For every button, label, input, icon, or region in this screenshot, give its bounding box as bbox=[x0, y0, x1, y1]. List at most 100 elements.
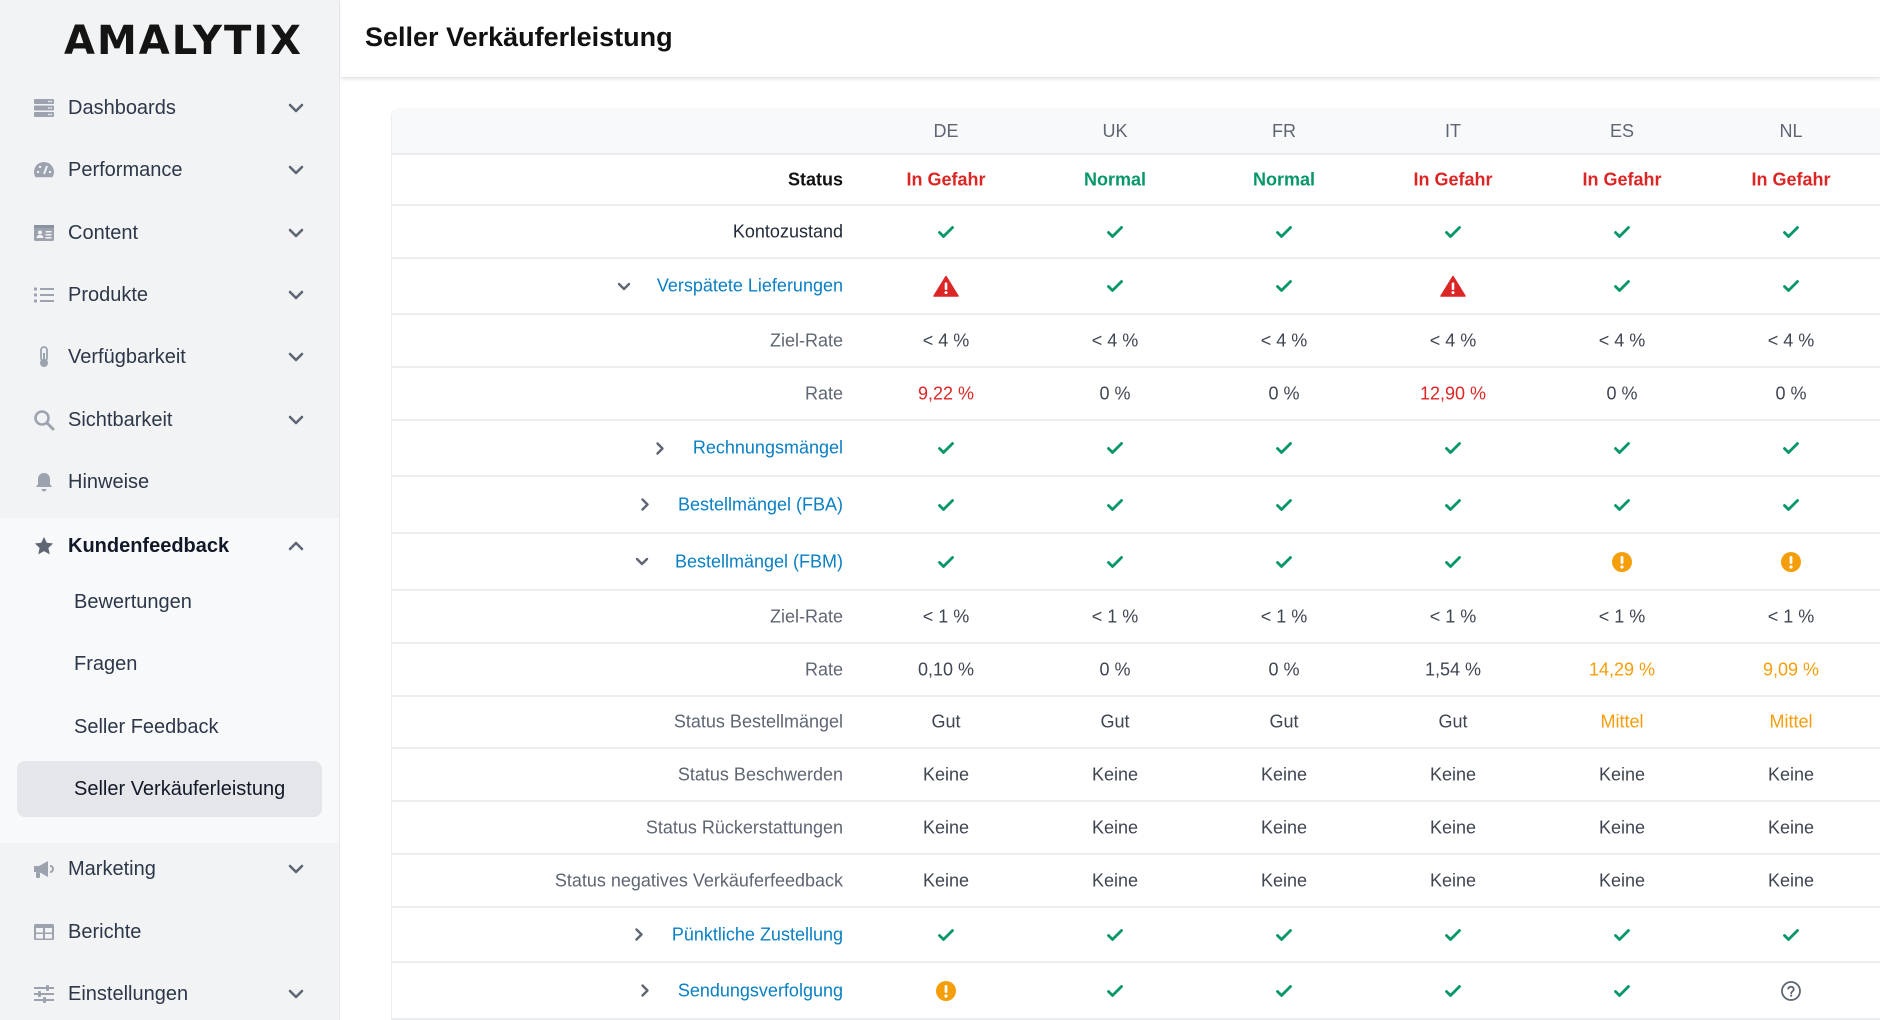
row-label[interactable]: Rechnungsmängel bbox=[651, 438, 843, 459]
cell-fr bbox=[1275, 278, 1293, 294]
sidebar-item-hinweise[interactable]: Hinweise bbox=[0, 456, 340, 508]
chevron-right-icon[interactable] bbox=[651, 439, 669, 457]
table-icon bbox=[32, 920, 56, 944]
column-header-uk[interactable]: UK bbox=[1035, 121, 1195, 142]
cell-uk: Keine bbox=[1091, 764, 1139, 784]
table-row[interactable]: Verspätete Lieferungen bbox=[392, 259, 1880, 315]
sidebar-item-produkte[interactable]: Produkte bbox=[0, 269, 340, 321]
cell-nl bbox=[1782, 440, 1800, 456]
cell-it: Keine bbox=[1429, 817, 1477, 837]
cell-nl bbox=[1782, 278, 1800, 294]
cell-fr: 0 % bbox=[1268, 383, 1300, 403]
sidebar-item-kundenfeedback[interactable]: Kundenfeedback bbox=[0, 520, 340, 572]
table-row[interactable]: Sendungsverfolgung bbox=[392, 963, 1880, 1020]
row-label[interactable]: Verspätete Lieferungen bbox=[615, 276, 843, 297]
column-header-it[interactable]: IT bbox=[1373, 121, 1533, 142]
chevron-down-icon[interactable] bbox=[286, 859, 306, 879]
row-label-text[interactable]: Rechnungsmängel bbox=[693, 438, 843, 459]
row-label[interactable]: Pünktliche Zustellung bbox=[630, 924, 843, 945]
sidebar-item-marketing[interactable]: Marketing bbox=[0, 843, 340, 895]
table-row: Status Bestellmängel Gut Gut Gut Gut Mittel Mi… bbox=[392, 697, 1880, 749]
table-row: Ziel-Rate < 4 % < 4 % < 4 % < 4 % < 4 % < 4 % bbox=[392, 315, 1880, 368]
cell-es bbox=[1611, 551, 1633, 573]
cell-it bbox=[1444, 554, 1462, 570]
column-header-nl[interactable]: NL bbox=[1711, 121, 1871, 142]
sidebar-item-verfügbarkeit[interactable]: Verfügbarkeit bbox=[0, 331, 340, 383]
sidebar-subitem-seller-verkäuferleistung[interactable]: Seller Verkäuferleistung bbox=[17, 761, 322, 817]
sidebar-subitem-seller-feedback[interactable]: Seller Feedback bbox=[17, 699, 322, 755]
row-label: Status Bestellmängel bbox=[674, 712, 843, 733]
sidebar-subitem-label: Bewertungen bbox=[74, 590, 192, 613]
row-label-text[interactable]: Bestellmängel (FBM) bbox=[675, 551, 843, 572]
row-label-text[interactable]: Pünktliche Zustellung bbox=[672, 924, 843, 945]
check-icon bbox=[1444, 440, 1462, 456]
chevron-down-icon[interactable] bbox=[633, 553, 651, 571]
cell-de bbox=[937, 440, 955, 456]
cell-uk: < 1 % bbox=[1091, 606, 1139, 626]
chevron-down-icon[interactable] bbox=[286, 98, 306, 118]
table-row[interactable]: Pünktliche Zustellung bbox=[392, 908, 1880, 963]
cell-it bbox=[1444, 927, 1462, 943]
chevron-right-icon[interactable] bbox=[630, 926, 648, 944]
row-label-text[interactable]: Bestellmängel (FBA) bbox=[678, 494, 843, 515]
sidebar-subitem-fragen[interactable]: Fragen bbox=[17, 636, 322, 692]
check-icon bbox=[1275, 983, 1293, 999]
chevron-up-icon[interactable] bbox=[286, 536, 306, 556]
table-row[interactable]: Rechnungsmängel bbox=[392, 421, 1880, 477]
cell-de bbox=[933, 275, 959, 297]
chevron-down-icon[interactable] bbox=[286, 347, 306, 367]
sidebar-item-label: Verfügbarkeit bbox=[68, 345, 186, 368]
row-label[interactable]: Bestellmängel (FBA) bbox=[636, 494, 843, 515]
chevron-down-icon[interactable] bbox=[615, 277, 633, 295]
sidebar-item-content[interactable]: Content bbox=[0, 207, 340, 259]
chevron-right-icon[interactable] bbox=[636, 496, 654, 514]
table-row: Status negatives Verkäuferfeedback Keine K… bbox=[392, 855, 1880, 908]
chevron-right-icon[interactable] bbox=[636, 982, 654, 1000]
table-row[interactable]: Bestellmängel (FBM) bbox=[392, 534, 1880, 591]
sidebar-item-berichte[interactable]: Berichte bbox=[0, 906, 340, 958]
chevron-down-icon[interactable] bbox=[286, 285, 306, 305]
thermometer-icon bbox=[32, 345, 56, 369]
sidebar-item-dashboards[interactable]: Dashboards bbox=[0, 82, 340, 134]
cell-nl bbox=[1782, 224, 1800, 240]
row-label-text: Rate bbox=[804, 383, 843, 403]
check-icon bbox=[1613, 440, 1631, 456]
check-icon bbox=[1444, 927, 1462, 943]
logo[interactable]: AMALYTIX bbox=[64, 18, 303, 64]
cell-fr: Gut bbox=[1269, 711, 1299, 732]
check-icon bbox=[1782, 224, 1800, 240]
row-label[interactable]: Bestellmängel (FBM) bbox=[633, 551, 843, 572]
sidebar-item-label: Sichtbarkeit bbox=[68, 408, 173, 431]
cell-nl: < 4 % bbox=[1767, 330, 1815, 350]
check-icon bbox=[1275, 278, 1293, 294]
sidebar-item-performance[interactable]: Performance bbox=[0, 144, 340, 196]
column-header-es[interactable]: ES bbox=[1542, 121, 1702, 142]
row-label: Status bbox=[788, 169, 843, 190]
chevron-down-icon[interactable] bbox=[286, 223, 306, 243]
cell-uk: Keine bbox=[1091, 870, 1139, 890]
chevron-down-icon[interactable] bbox=[286, 160, 306, 180]
row-label-text[interactable]: Verspätete Lieferungen bbox=[657, 276, 843, 297]
cell-fr bbox=[1275, 224, 1293, 240]
row-label-text: Status Rückerstattungen bbox=[645, 817, 843, 837]
sidebar-subitem-bewertungen[interactable]: Bewertungen bbox=[17, 574, 322, 630]
cell-uk bbox=[1106, 927, 1124, 943]
chevron-down-icon[interactable] bbox=[286, 410, 306, 430]
chevron-down-icon[interactable] bbox=[286, 984, 306, 1004]
cell-es: In Gefahr bbox=[1582, 169, 1662, 189]
sidebar-item-einstellungen[interactable]: Einstellungen bbox=[0, 968, 340, 1020]
cell-es: < 4 % bbox=[1598, 330, 1646, 350]
row-label[interactable]: Sendungsverfolgung bbox=[636, 980, 843, 1001]
row-label-text[interactable]: Sendungsverfolgung bbox=[678, 980, 843, 1001]
table-row[interactable]: Bestellmängel (FBA) bbox=[392, 477, 1880, 534]
table-row: Ziel-Rate < 1 % < 1 % < 1 % < 1 % < 1 % < 1 % bbox=[392, 591, 1880, 644]
sidebar-item-sichtbarkeit[interactable]: Sichtbarkeit bbox=[0, 394, 340, 446]
column-header-de[interactable]: DE bbox=[866, 121, 1026, 142]
column-header-fr[interactable]: FR bbox=[1204, 121, 1364, 142]
cell-es: Keine bbox=[1598, 870, 1646, 890]
cell-de bbox=[937, 554, 955, 570]
check-icon bbox=[937, 927, 955, 943]
cell-it: < 4 % bbox=[1429, 330, 1477, 350]
cell-it: In Gefahr bbox=[1413, 169, 1493, 189]
gauge-icon bbox=[32, 158, 56, 182]
